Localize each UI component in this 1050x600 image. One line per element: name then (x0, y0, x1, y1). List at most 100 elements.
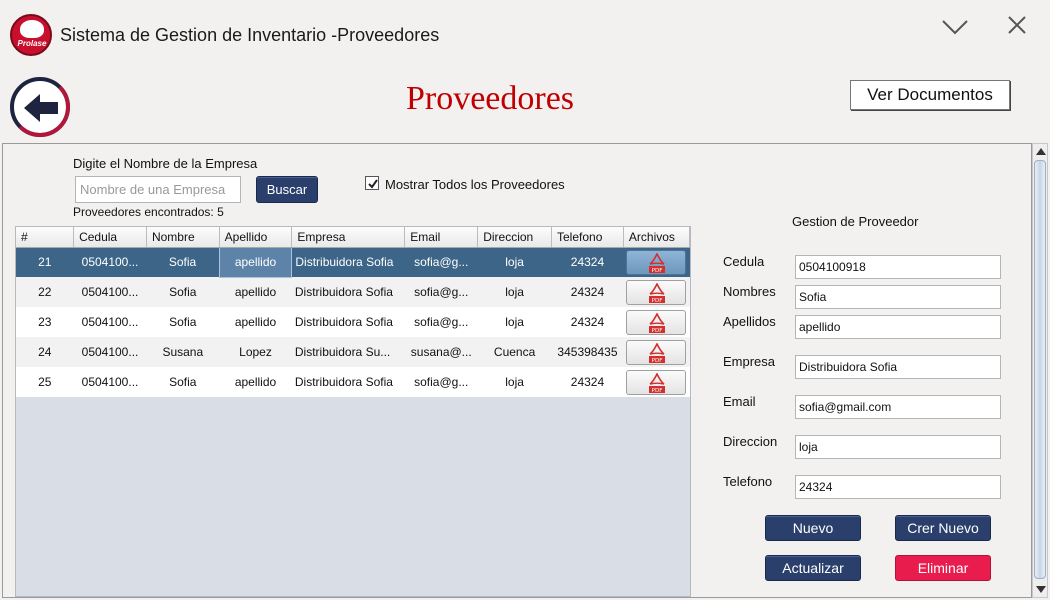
close-icon (1008, 16, 1026, 34)
cell-direccion[interactable]: loja (478, 247, 552, 277)
pdf-file-button[interactable]: PDF (626, 249, 687, 275)
window-title: Sistema de Gestion de Inventario -Provee… (60, 25, 440, 45)
chevron-down-icon (942, 20, 968, 35)
eliminar-button[interactable]: Eliminar (895, 555, 991, 581)
pdf-label: PDF (652, 328, 663, 334)
table-row[interactable]: 25 0504100... Sofia apellido Distribuidora S… (16, 367, 690, 397)
empresa-field[interactable] (795, 355, 1001, 379)
column-header[interactable]: Apellido (219, 227, 293, 248)
email-field[interactable] (795, 395, 1001, 419)
apellidos-field[interactable] (795, 315, 1001, 339)
back-button[interactable] (10, 77, 70, 137)
cell-apellido[interactable]: apellido (219, 277, 292, 307)
nombres-field[interactable] (795, 285, 1001, 309)
show-all-checkbox[interactable] (365, 176, 379, 190)
column-header[interactable]: # (16, 227, 75, 248)
direccion-label: Direccion (723, 434, 778, 449)
cell-direccion[interactable]: loja (478, 367, 552, 397)
cell-empresa[interactable]: Distribuidora Sofia (292, 367, 405, 397)
cell-email[interactable]: sofia@g... (405, 277, 478, 307)
cedula-field[interactable] (795, 255, 1001, 279)
cell-nombre[interactable]: Sofia (146, 247, 219, 277)
cell-telefono[interactable]: 24324 (552, 307, 624, 337)
checkmark-icon (368, 179, 378, 189)
arrow-left-icon (24, 94, 58, 122)
cell-nombre[interactable]: Susana (146, 337, 219, 367)
email-label: Email (723, 394, 756, 409)
cell-telefono[interactable]: 24324 (552, 277, 624, 307)
cell-apellido[interactable]: apellido (219, 367, 292, 397)
column-header[interactable]: Empresa (291, 227, 406, 248)
pdf-icon: PDF (649, 342, 666, 364)
pdf-file-button[interactable]: PDF (626, 309, 687, 335)
column-header[interactable]: Email (404, 227, 479, 248)
cell-telefono[interactable]: 24324 (552, 247, 624, 277)
column-header[interactable]: Nombre (146, 227, 220, 248)
cell-empresa[interactable]: Distribuidora Sofia (292, 307, 405, 337)
empresa-label: Empresa (723, 354, 776, 369)
cell-empresa[interactable]: Distribuidora Su... (292, 337, 405, 367)
telefono-field[interactable] (795, 475, 1001, 499)
cedula-label: Cedula (723, 254, 765, 269)
cell-cedula[interactable]: 0504100... (74, 367, 147, 397)
pdf-label: PDF (652, 298, 663, 304)
pdf-file-button[interactable]: PDF (626, 279, 687, 305)
cell-cedula[interactable]: 0504100... (74, 307, 147, 337)
cell-apellido[interactable]: apellido (218, 246, 293, 278)
scroll-up-icon[interactable] (1036, 148, 1046, 155)
column-header[interactable]: Direccion (477, 227, 552, 248)
pdf-icon: PDF (649, 252, 666, 274)
minimize-button[interactable] (938, 12, 972, 42)
cell-direccion[interactable]: loja (478, 277, 552, 307)
column-header[interactable]: Telefono (551, 227, 624, 248)
table-header: # Cedula Nombre Apellido Empresa Email D… (16, 227, 691, 248)
cell-email[interactable]: sofia@g... (405, 367, 478, 397)
column-header[interactable]: Cedula (73, 227, 147, 248)
pdf-file-button[interactable]: PDF (626, 339, 687, 365)
providers-table: # Cedula Nombre Apellido Empresa Email D… (15, 226, 691, 597)
cell-apellido[interactable]: apellido (219, 307, 292, 337)
cell-nombre[interactable]: Sofia (146, 367, 219, 397)
results-count: Proveedores encontrados: 5 (73, 205, 224, 219)
cell-cedula[interactable]: 0504100... (74, 337, 147, 367)
cell-id[interactable]: 23 (16, 307, 74, 337)
search-button[interactable]: Buscar (256, 176, 318, 203)
cell-email[interactable]: sofia@g... (405, 307, 478, 337)
column-header[interactable]: Archivos (623, 227, 691, 248)
table-row[interactable]: 22 0504100... Sofia apellido Distribuidora S… (16, 277, 690, 307)
vertical-scrollbar[interactable] (1032, 143, 1048, 598)
table-row[interactable]: 21 0504100... Sofia apellido Distribuidora S… (16, 246, 690, 278)
cell-email[interactable]: susana@... (405, 337, 478, 367)
crear-nuevo-button[interactable]: Crer Nuevo (895, 515, 991, 541)
cell-empresa[interactable]: Distribuidora Sofia (292, 277, 405, 307)
table-row[interactable]: 23 0504100... Sofia apellido Distribuidora S… (16, 307, 690, 337)
close-button[interactable] (1000, 12, 1034, 42)
pdf-icon: PDF (649, 312, 666, 334)
cell-direccion[interactable]: loja (478, 307, 552, 337)
nuevo-button[interactable]: Nuevo (765, 515, 861, 541)
cell-empresa[interactable]: Distribuidora Sofia (292, 247, 405, 277)
direccion-field[interactable] (795, 435, 1001, 459)
search-input[interactable] (75, 176, 241, 203)
cell-nombre[interactable]: Sofia (146, 307, 219, 337)
scrollbar-thumb[interactable] (1034, 160, 1046, 579)
cell-cedula[interactable]: 0504100... (74, 277, 147, 307)
cell-telefono[interactable]: 24324 (552, 367, 624, 397)
pdf-file-button[interactable]: PDF (626, 369, 687, 395)
cell-cedula[interactable]: 0504100... (74, 247, 147, 277)
cell-nombre[interactable]: Sofia (146, 277, 219, 307)
cell-apellido[interactable]: Lopez (219, 337, 292, 367)
table-row[interactable]: 24 0504100... Susana Lopez Distribuidora Su.… (16, 337, 690, 367)
cell-email[interactable]: sofia@g... (405, 247, 478, 277)
cell-archivos: PDF (623, 277, 689, 307)
scroll-down-icon[interactable] (1036, 586, 1046, 593)
show-all-label: Mostrar Todos los Proveedores (385, 177, 565, 192)
cell-id[interactable]: 21 (16, 247, 74, 277)
cell-telefono[interactable]: 345398435 (552, 337, 624, 367)
actualizar-button[interactable]: Actualizar (765, 555, 861, 581)
cell-id[interactable]: 24 (16, 337, 74, 367)
cell-direccion[interactable]: Cuenca (478, 337, 552, 367)
ver-documentos-button[interactable]: Ver Documentos (850, 80, 1010, 110)
cell-id[interactable]: 22 (16, 277, 74, 307)
cell-id[interactable]: 25 (16, 367, 74, 397)
